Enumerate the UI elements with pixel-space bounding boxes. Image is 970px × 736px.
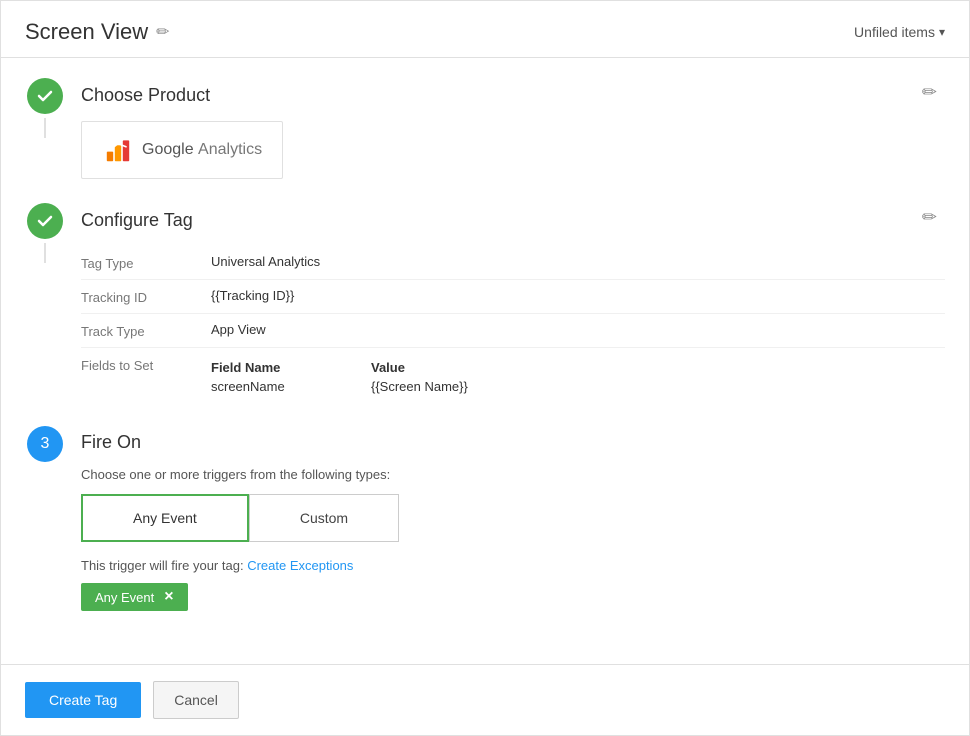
chevron-down-icon: ▾ bbox=[939, 25, 945, 39]
main-content: Choose Product ✏ bbox=[1, 58, 969, 735]
track-type-row: Track Type App View bbox=[81, 314, 945, 348]
note-text: This trigger will fire your tag: bbox=[81, 558, 244, 573]
section2-indicator bbox=[25, 203, 65, 263]
ga-google-part: Google bbox=[142, 141, 194, 158]
fire-trigger-note: This trigger will fire your tag: Create … bbox=[81, 558, 945, 573]
field-value-cell: {{Screen Name}} bbox=[371, 379, 471, 394]
tracking-id-row: Tracking ID {{Tracking ID}} bbox=[81, 280, 945, 314]
tracking-id-value: {{Tracking ID}} bbox=[211, 288, 294, 303]
configure-tag-edit-button[interactable]: ✏ bbox=[914, 203, 945, 232]
field-name-cell: screenName bbox=[211, 379, 311, 394]
field-value-header: Value bbox=[371, 360, 471, 375]
configure-tag-section: Configure Tag ✏ Tag Type Universal Analy… bbox=[25, 203, 945, 402]
step1-check bbox=[27, 78, 63, 114]
field-name-header: Field Name bbox=[211, 360, 311, 375]
ga-logo-icon bbox=[102, 134, 134, 166]
choose-product-section: Choose Product ✏ bbox=[25, 78, 945, 179]
cancel-button[interactable]: Cancel bbox=[153, 681, 239, 719]
fields-to-set-label: Fields to Set bbox=[81, 356, 211, 373]
tag-type-row: Tag Type Universal Analytics bbox=[81, 246, 945, 280]
track-type-label: Track Type bbox=[81, 322, 211, 339]
custom-trigger-button[interactable]: Custom bbox=[249, 494, 399, 542]
title-edit-icon[interactable] bbox=[156, 22, 169, 42]
section3-indicator: 3 bbox=[25, 426, 65, 462]
section1-indicator bbox=[25, 78, 65, 138]
fields-table: Field Name Value screenName {{Screen Nam… bbox=[211, 360, 471, 394]
ga-logo-box: Google Analytics bbox=[81, 121, 283, 179]
choose-product-title: Choose Product bbox=[81, 79, 210, 106]
step2-check bbox=[27, 203, 63, 239]
custom-label: Custom bbox=[300, 510, 348, 526]
fields-row-1: screenName {{Screen Name}} bbox=[211, 379, 471, 394]
configure-tag-body: Configure Tag ✏ Tag Type Universal Analy… bbox=[81, 203, 945, 402]
fields-header: Field Name Value bbox=[211, 360, 471, 375]
unfiled-label: Unfiled items bbox=[854, 24, 935, 40]
fire-on-header: Fire On bbox=[81, 426, 945, 453]
create-exceptions-link[interactable]: Create Exceptions bbox=[247, 558, 353, 573]
track-type-value: App View bbox=[211, 322, 266, 337]
choose-product-edit-button[interactable]: ✏ bbox=[914, 78, 945, 107]
create-tag-label: Create Tag bbox=[49, 692, 117, 708]
tag-details: Tag Type Universal Analytics Tracking ID… bbox=[81, 246, 945, 402]
configure-tag-title: Configure Tag bbox=[81, 204, 193, 231]
trigger-buttons-group: Any Event Custom bbox=[81, 494, 945, 542]
create-tag-button[interactable]: Create Tag bbox=[25, 682, 141, 718]
fire-on-title: Fire On bbox=[81, 426, 141, 453]
choose-product-body: Choose Product ✏ bbox=[81, 78, 945, 179]
page-header: Screen View Unfiled items ▾ bbox=[1, 1, 969, 58]
tracking-id-label: Tracking ID bbox=[81, 288, 211, 305]
tag-type-label: Tag Type bbox=[81, 254, 211, 271]
any-event-label: Any Event bbox=[133, 510, 197, 526]
active-trigger-tag: Any Event × bbox=[81, 583, 188, 611]
title-text: Screen View bbox=[25, 19, 148, 45]
remove-trigger-button[interactable]: × bbox=[164, 589, 173, 605]
fire-on-description: Choose one or more triggers from the fol… bbox=[81, 467, 945, 482]
edit-pencil-icon2: ✏ bbox=[922, 207, 937, 227]
ga-analytics-part: Analytics bbox=[198, 141, 262, 158]
edit-pencil-icon: ✏ bbox=[922, 82, 937, 102]
cancel-label: Cancel bbox=[174, 692, 218, 708]
active-trigger-label: Any Event bbox=[95, 590, 154, 605]
footer: Create Tag Cancel bbox=[1, 664, 969, 735]
step1-line bbox=[44, 118, 46, 138]
fields-to-set-row: Fields to Set Field Name Value screenNam… bbox=[81, 348, 945, 402]
choose-product-header: Choose Product ✏ bbox=[81, 78, 945, 107]
fire-on-body: Fire On Choose one or more triggers from… bbox=[81, 426, 945, 611]
tag-type-value: Universal Analytics bbox=[211, 254, 320, 269]
any-event-trigger-button[interactable]: Any Event bbox=[81, 494, 249, 542]
step3-number: 3 bbox=[27, 426, 63, 462]
step2-line bbox=[44, 243, 46, 263]
ga-text: Google Analytics bbox=[142, 141, 262, 159]
configure-tag-header: Configure Tag ✏ bbox=[81, 203, 945, 232]
fire-on-section: 3 Fire On Choose one or more triggers fr… bbox=[25, 426, 945, 611]
unfiled-items-button[interactable]: Unfiled items ▾ bbox=[854, 24, 945, 40]
page-title: Screen View bbox=[25, 19, 170, 45]
